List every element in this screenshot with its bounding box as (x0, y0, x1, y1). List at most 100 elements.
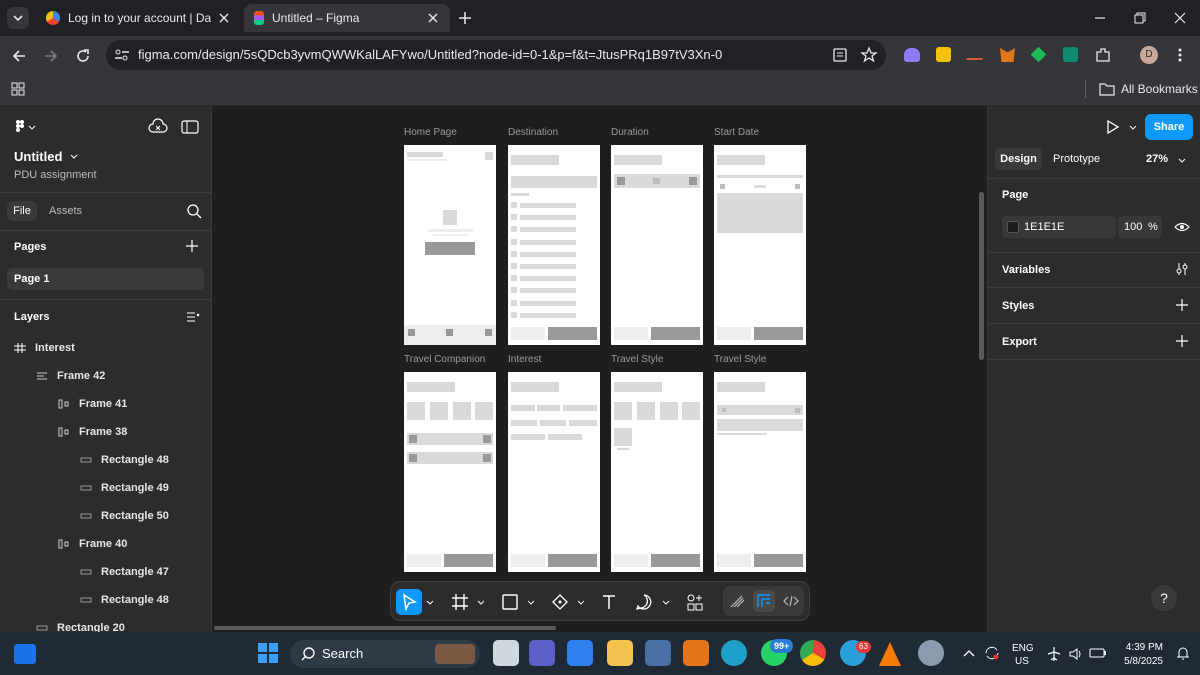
chevron-down-icon[interactable] (425, 597, 435, 607)
chevron-up-icon[interactable] (962, 647, 976, 659)
layer-item[interactable]: Rectangle 48 (101, 594, 169, 606)
present-play-icon[interactable] (1104, 119, 1120, 135)
layer-item[interactable]: Rectangle 50 (101, 510, 169, 522)
frame-travel-companion[interactable] (404, 372, 496, 572)
frame-home-page[interactable] (404, 145, 496, 345)
frame-travel-style-2[interactable] (714, 372, 806, 572)
chrome-icon[interactable] (800, 640, 826, 666)
chevron-down-icon[interactable] (69, 151, 79, 161)
chevron-down-icon[interactable] (526, 597, 536, 607)
reload-icon[interactable] (74, 47, 92, 65)
eye-icon[interactable] (1174, 220, 1190, 234)
airplane-mode-icon[interactable] (1046, 646, 1062, 662)
add-page-icon[interactable] (185, 239, 199, 253)
tab-file[interactable]: File (7, 201, 37, 221)
new-tab-icon[interactable] (457, 10, 473, 26)
page-opacity-field[interactable]: 100 % (1118, 216, 1162, 238)
frame-label[interactable]: Start Date (714, 127, 759, 138)
apps-grid-icon[interactable] (10, 81, 26, 97)
extension-s-icon[interactable] (936, 47, 951, 62)
tab-assets[interactable]: Assets (49, 205, 82, 217)
search-icon[interactable] (186, 203, 202, 219)
profile-avatar[interactable]: D (1140, 46, 1158, 64)
reading-list-icon[interactable] (832, 47, 848, 63)
export-heading[interactable]: Export (1002, 336, 1037, 348)
page-opacity-value[interactable]: 100 (1124, 221, 1142, 233)
offline-cloud-icon[interactable] (148, 118, 168, 136)
share-button[interactable]: Share (1145, 114, 1193, 140)
file-explorer-icon[interactable] (607, 640, 633, 666)
url-text[interactable]: figma.com/design/5sQDcb3yvmQWWKalLAFYwo/… (138, 47, 722, 62)
all-bookmarks-link[interactable]: All Bookmarks (1121, 82, 1198, 96)
forward-arrow-icon[interactable] (42, 47, 60, 65)
layer-item[interactable]: Frame 41 (79, 398, 127, 410)
variables-heading[interactable]: Variables (1002, 264, 1050, 276)
widgets-icon[interactable] (14, 644, 36, 664)
vertical-scrollbar[interactable] (979, 192, 984, 360)
edge-icon[interactable] (721, 640, 747, 666)
extensions-puzzle-icon[interactable] (1094, 46, 1112, 64)
frame-destination[interactable] (508, 145, 600, 345)
notification-bell-icon[interactable] (1175, 645, 1191, 661)
app-badge-icon[interactable] (645, 640, 671, 666)
project-name[interactable]: PDU assignment (14, 169, 97, 181)
sync-icon[interactable] (983, 645, 1001, 661)
chevron-down-icon[interactable] (576, 597, 586, 607)
frame-label[interactable]: Travel Companion (404, 354, 485, 365)
design-mode-button[interactable] (753, 590, 775, 612)
collapse-layers-icon[interactable] (186, 311, 200, 323)
chevron-down-icon[interactable] (1128, 122, 1138, 132)
frame-tool-icon[interactable] (450, 592, 470, 612)
sidebar-toggle-icon[interactable] (181, 119, 199, 135)
frame-label[interactable]: Travel Style (714, 354, 766, 365)
frame-duration[interactable] (611, 145, 703, 345)
styles-heading[interactable]: Styles (1002, 300, 1034, 312)
tab-search-button[interactable] (7, 7, 29, 29)
tab-design[interactable]: Design (995, 148, 1042, 170)
windows-start-icon[interactable] (257, 642, 279, 664)
frame-interest[interactable] (508, 372, 600, 572)
settings-gear-icon[interactable] (918, 640, 944, 666)
help-button[interactable]: ? (1151, 585, 1177, 611)
more-vertical-icon[interactable] (1172, 46, 1188, 64)
zoom-level[interactable]: 27% (1146, 153, 1168, 165)
frame-label[interactable]: Interest (508, 354, 541, 365)
rectangle-tool-icon[interactable] (500, 592, 520, 612)
layer-item[interactable]: Interest (35, 342, 75, 354)
frame-label[interactable]: Travel Style (611, 354, 663, 365)
tab-prototype[interactable]: Prototype (1053, 153, 1100, 165)
actions-icon[interactable] (685, 592, 705, 612)
task-view-icon[interactable] (493, 640, 519, 666)
store-icon[interactable] (567, 640, 593, 666)
frame-start-date[interactable] (714, 145, 806, 345)
add-style-icon[interactable] (1175, 298, 1189, 312)
teams-icon[interactable] (529, 640, 555, 666)
main-menu-button[interactable] (14, 119, 40, 135)
add-export-icon[interactable] (1175, 334, 1189, 348)
layer-item[interactable]: Frame 40 (79, 538, 127, 550)
layer-item[interactable]: Rectangle 49 (101, 482, 169, 494)
page-color-hex[interactable]: 1E1E1E (1024, 221, 1064, 233)
variables-adjust-icon[interactable] (1175, 262, 1189, 276)
page-item-page-1[interactable]: Page 1 (7, 268, 204, 290)
bookmark-star-icon[interactable] (860, 46, 878, 64)
metamask-icon[interactable] (683, 640, 709, 666)
file-title[interactable]: Untitled (14, 149, 62, 164)
layer-item[interactable]: Rectangle 47 (101, 566, 169, 578)
chevron-down-icon[interactable] (661, 597, 671, 607)
page-color-field[interactable]: 1E1E1E (1002, 216, 1116, 238)
chevron-down-icon[interactable] (1177, 155, 1187, 165)
tab-darey[interactable]: Log in to your account | Darey.io (36, 4, 241, 32)
color-swatch[interactable] (1007, 221, 1019, 233)
draw-mode-icon[interactable] (728, 592, 746, 610)
volume-icon[interactable] (1068, 646, 1084, 662)
close-icon[interactable] (426, 11, 440, 25)
comment-tool-icon[interactable] (634, 592, 654, 612)
frame-travel-style[interactable] (611, 372, 703, 572)
window-close-icon[interactable] (1172, 10, 1188, 26)
tab-figma[interactable]: Untitled – Figma (244, 4, 450, 32)
restore-icon[interactable] (1132, 10, 1148, 26)
layer-item[interactable]: Frame 42 (57, 370, 105, 382)
site-info-icon[interactable] (114, 48, 130, 62)
move-tool-button[interactable] (396, 589, 422, 615)
